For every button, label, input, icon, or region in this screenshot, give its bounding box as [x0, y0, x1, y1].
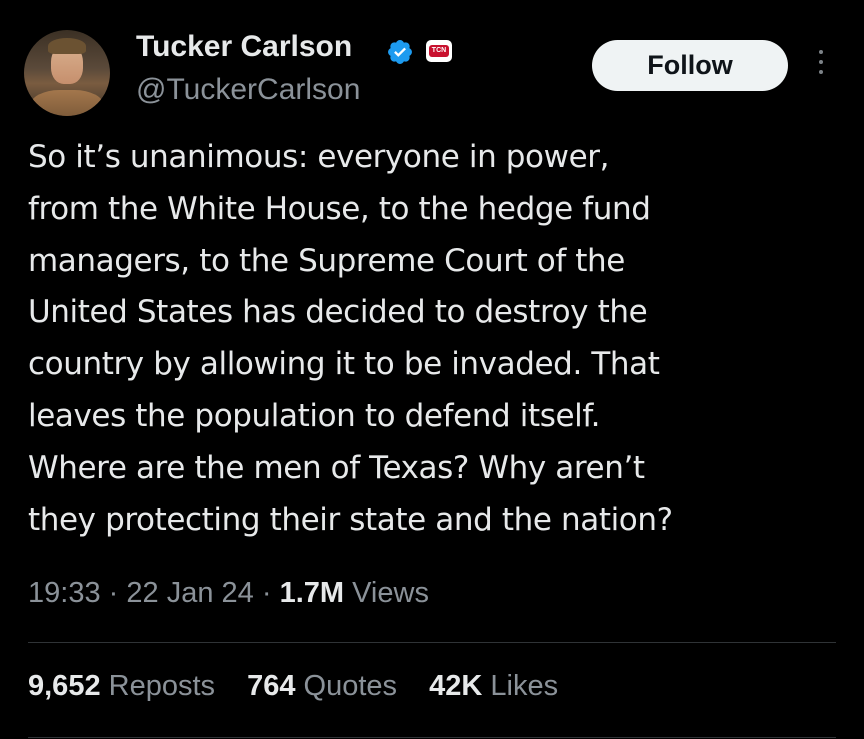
- avatar-shirt: [30, 90, 104, 116]
- affiliate-badge-label: TCN: [429, 45, 449, 57]
- divider: [28, 737, 836, 738]
- tweet-line: Where are the men of Texas? Why aren’t: [28, 449, 645, 486]
- meta-separator: ·: [261, 577, 272, 609]
- tweet-text: So it’s unanimous: everyone in power, fr…: [28, 132, 838, 546]
- engagement-stats: 9,652 Reposts 764 Quotes 42K Likes: [28, 670, 582, 703]
- author-name[interactable]: Tucker Carlson: [136, 30, 352, 64]
- more-dot: [819, 70, 823, 74]
- quotes-count: 764: [247, 670, 296, 702]
- affiliate-badge-icon: TCN: [426, 40, 452, 62]
- tweet-line: they protecting their state and the nati…: [28, 501, 673, 538]
- tweet-line: managers, to the Supreme Court of the: [28, 242, 625, 279]
- likes-label: Likes: [490, 670, 559, 702]
- reposts-stat[interactable]: 9,652 Reposts: [28, 670, 215, 702]
- quotes-stat[interactable]: 764 Quotes: [247, 670, 397, 702]
- tweet-meta: 19:33 · 22 Jan 24 · 1.7M Views: [28, 577, 429, 610]
- tweet-line: So it’s unanimous: everyone in power,: [28, 139, 610, 175]
- more-dot: [819, 50, 823, 54]
- likes-count: 42K: [429, 670, 483, 702]
- divider: [28, 642, 836, 643]
- views-count: 1.7M: [279, 577, 345, 609]
- tweet-line: United States has decided to destroy the: [28, 294, 648, 331]
- more-vertical-icon[interactable]: [816, 50, 826, 80]
- avatar-hair: [48, 38, 86, 54]
- reposts-label: Reposts: [108, 670, 216, 702]
- follow-button[interactable]: Follow: [592, 40, 788, 91]
- tweet-date[interactable]: 22 Jan 24: [126, 577, 253, 609]
- likes-stat[interactable]: 42K Likes: [429, 670, 558, 702]
- views-label: Views: [352, 577, 429, 609]
- more-dot: [819, 60, 823, 64]
- avatar[interactable]: [24, 30, 110, 116]
- tweet-line: leaves the population to defend itself.: [28, 397, 601, 434]
- tweet-time[interactable]: 19:33: [28, 577, 101, 609]
- meta-separator: ·: [108, 577, 119, 609]
- tweet-line: country by allowing it to be invaded. Th…: [28, 346, 660, 383]
- tweet-line: from the White House, to the hedge fund: [28, 190, 651, 227]
- verified-badge-icon: [388, 40, 412, 64]
- reposts-count: 9,652: [28, 670, 101, 702]
- author-handle[interactable]: @TuckerCarlson: [136, 73, 360, 107]
- quotes-label: Quotes: [303, 670, 398, 702]
